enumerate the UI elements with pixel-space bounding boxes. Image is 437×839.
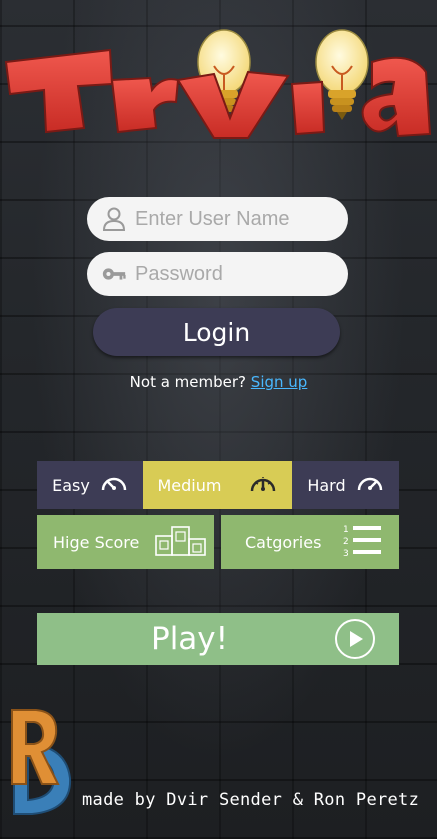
play-circle-icon [333, 618, 377, 668]
username-placeholder: Enter User Name [135, 207, 290, 230]
high-score-button[interactable]: Hige Score [37, 515, 214, 569]
trivia-logo-graphic [4, 29, 432, 139]
difficulty-easy-button[interactable]: Easy [37, 461, 143, 509]
categories-label: Catgories [245, 532, 322, 552]
svg-text:1: 1 [343, 525, 349, 535]
play-label: Play! [151, 621, 229, 657]
play-button[interactable]: Play! [37, 613, 399, 665]
svg-text:3: 3 [343, 549, 349, 558]
credit-text: made by Dvir Sender & Ron Peretz [82, 790, 420, 810]
difficulty-hard-label: Hard [307, 475, 346, 495]
difficulty-medium-button[interactable]: Medium [143, 461, 292, 509]
high-score-label: Hige Score [53, 532, 140, 552]
password-field[interactable]: Password [87, 252, 348, 296]
user-icon [101, 206, 127, 232]
podium-icon [155, 524, 207, 560]
difficulty-hard-button[interactable]: Hard [292, 461, 399, 509]
categories-button[interactable]: Catgories 1 2 3 [221, 515, 399, 569]
signup-link[interactable]: Sign up [251, 373, 308, 391]
speedometer-high-icon [356, 472, 384, 498]
password-placeholder: Password [135, 262, 223, 285]
rd-logo [8, 706, 80, 816]
difficulty-medium-label: Medium [157, 475, 222, 495]
svg-text:2: 2 [343, 537, 349, 547]
username-field[interactable]: Enter User Name [87, 197, 348, 241]
key-icon [101, 261, 127, 287]
speedometer-low-icon [100, 472, 128, 498]
not-member-text: Not a member? [129, 373, 247, 391]
login-button[interactable]: Login [93, 308, 340, 356]
trivia-logo [0, 10, 437, 140]
signup-prompt: Not a member? Sign up [0, 373, 437, 391]
speedometer-mid-icon [249, 471, 277, 499]
difficulty-easy-label: Easy [52, 475, 90, 495]
numbered-list-icon: 1 2 3 [343, 522, 383, 562]
